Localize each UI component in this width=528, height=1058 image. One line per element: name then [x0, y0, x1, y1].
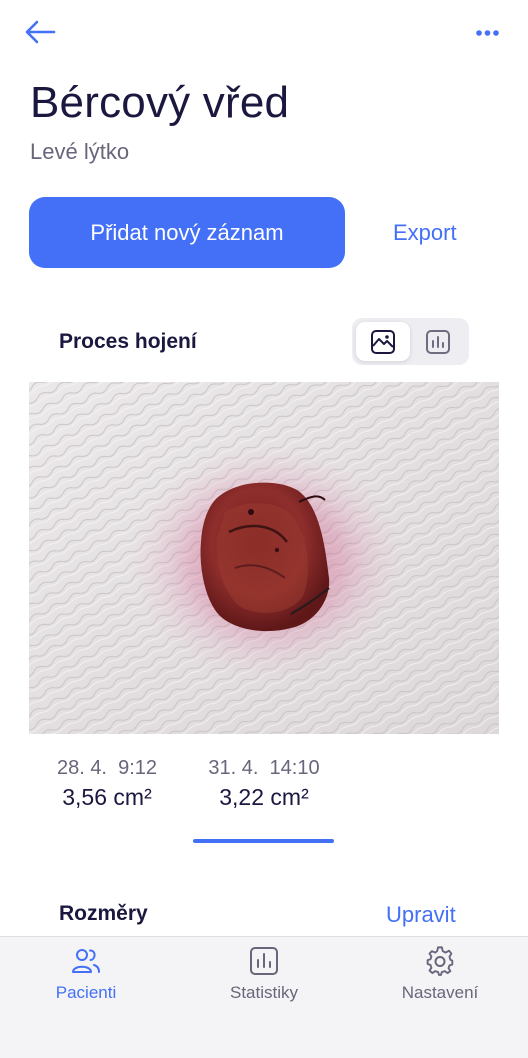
wound-location: Levé lýtko — [30, 139, 130, 164]
entry-time: 31. 4. 14:10 — [208, 757, 320, 779]
edit-dimensions-button[interactable]: Upravit — [386, 902, 456, 928]
entry-time: 28. 4. 9:12 — [56, 757, 158, 779]
nav-item-settings[interactable]: Nastavení — [365, 945, 515, 1025]
selected-entry-indicator — [193, 839, 334, 843]
entry-area: 3,22 cm² — [219, 784, 309, 810]
back-button[interactable] — [22, 16, 58, 48]
entry-area: 3,56 cm² — [62, 784, 152, 810]
export-button[interactable]: Export — [393, 220, 457, 246]
chart-view-icon — [426, 329, 450, 354]
nav-item-label: Pacienti — [55, 983, 117, 1002]
arrow-left-icon — [25, 20, 56, 44]
nav-item-label: Nastavení — [401, 983, 479, 1002]
view-toggle — [352, 318, 469, 365]
page-title: Bércový vřed — [30, 78, 290, 127]
more-options-button[interactable] — [474, 20, 504, 44]
healing-section-title: Proces hojení — [59, 330, 197, 353]
top-bar — [0, 0, 528, 70]
image-view-icon — [371, 329, 395, 354]
more-horizontal-icon — [476, 30, 499, 36]
nav-item-statistics[interactable]: Statistiky — [189, 945, 339, 1025]
wound-photo-image — [29, 382, 499, 734]
gear-icon — [426, 946, 454, 976]
bottom-navigation: Pacienti Statistiky Nastavení — [0, 936, 528, 1058]
image-view-button[interactable] — [356, 322, 410, 361]
healing-entry[interactable]: 31. 4. 14:10 3,22 cm² — [205, 757, 323, 811]
wound-photo[interactable] — [29, 382, 499, 734]
bar-chart-icon — [250, 947, 278, 975]
nav-item-patients[interactable]: Pacienti — [11, 945, 161, 1025]
dimensions-title: Rozměry — [59, 902, 148, 925]
users-icon — [72, 949, 100, 973]
nav-item-label: Statistiky — [229, 983, 299, 1002]
add-record-button[interactable]: Přidat nový záznam — [29, 197, 345, 268]
healing-entry[interactable]: 28. 4. 9:12 3,56 cm² — [52, 757, 162, 811]
chart-view-button[interactable] — [411, 322, 465, 361]
